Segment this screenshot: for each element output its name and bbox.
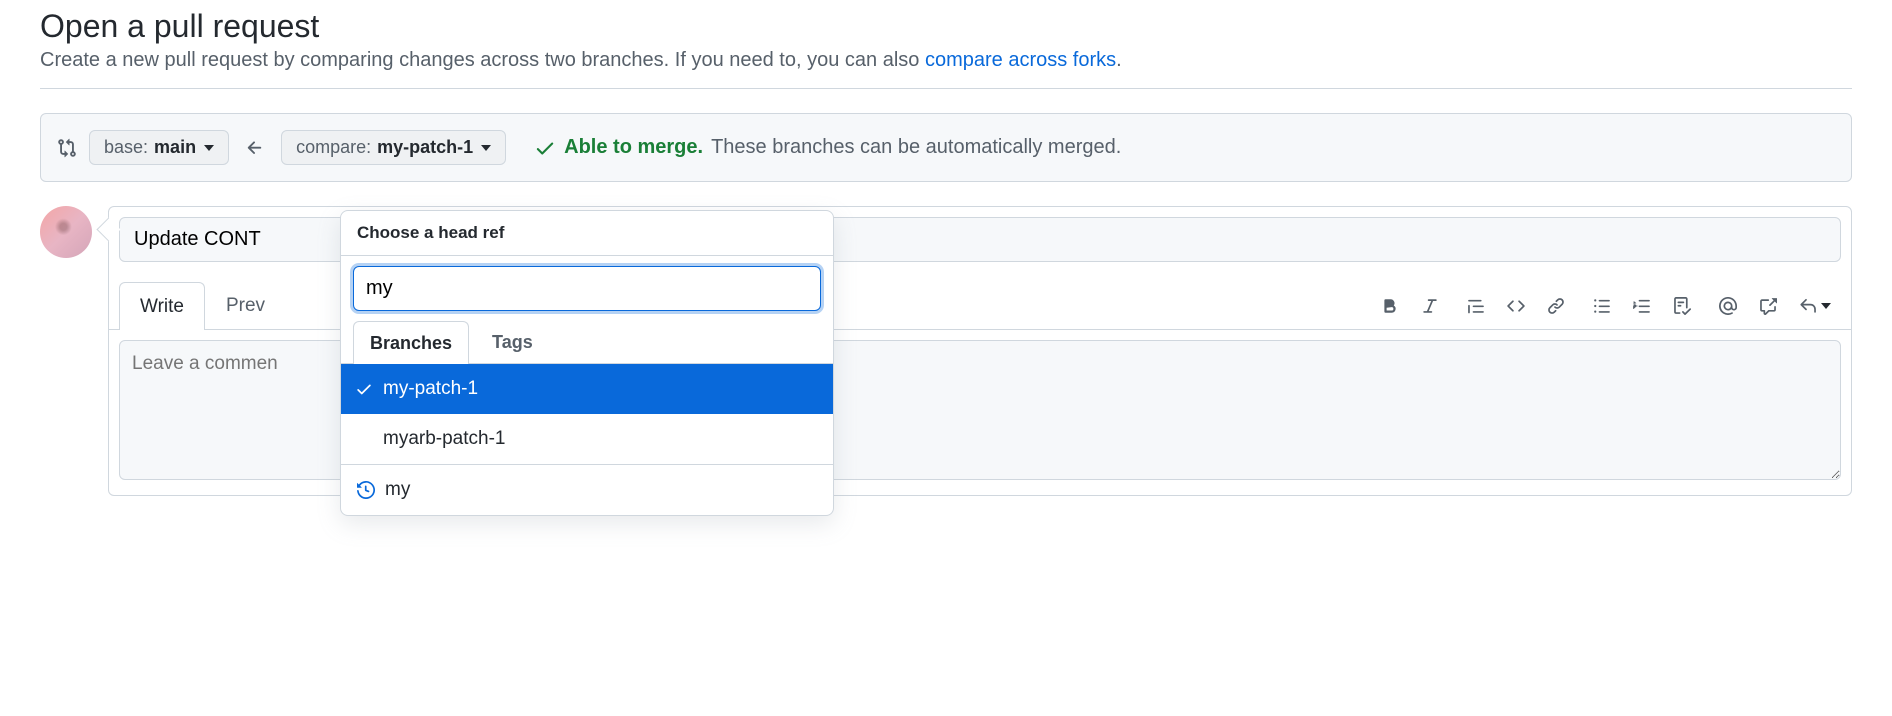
page-subtitle: Create a new pull request by comparing c… — [40, 49, 1852, 89]
caret-down-icon — [204, 145, 214, 151]
cross-reference-icon[interactable] — [1759, 297, 1777, 315]
unordered-list-icon[interactable] — [1593, 297, 1611, 315]
tab-preview[interactable]: Prev — [205, 282, 286, 329]
avatar[interactable] — [40, 206, 92, 258]
arrow-left-icon — [241, 138, 269, 158]
check-icon — [534, 137, 556, 159]
git-compare-icon — [57, 138, 77, 158]
subtitle-text: Create a new pull request by comparing c… — [40, 49, 925, 71]
head-ref-dropdown: Choose a head ref Branches Tags my-patch… — [340, 210, 834, 516]
dropdown-tab-branches[interactable]: Branches — [353, 321, 469, 364]
subtitle-suffix: . — [1116, 49, 1122, 71]
italic-icon[interactable] — [1421, 297, 1439, 315]
bold-icon[interactable] — [1381, 297, 1399, 315]
compare-forks-link[interactable]: compare across forks — [925, 49, 1116, 71]
branch-search-input[interactable] — [353, 266, 821, 311]
base-branch-button[interactable]: base: main — [89, 130, 229, 165]
code-icon[interactable] — [1507, 297, 1525, 315]
base-value: main — [154, 137, 196, 158]
dropdown-tab-tags[interactable]: Tags — [475, 321, 550, 363]
reply-icon[interactable] — [1799, 297, 1831, 315]
quote-icon[interactable] — [1467, 297, 1485, 315]
mention-icon[interactable] — [1719, 297, 1737, 315]
merge-status: Able to merge. These branches can be aut… — [534, 136, 1121, 159]
tab-write[interactable]: Write — [119, 282, 205, 330]
check-icon — [355, 380, 373, 398]
history-label: my — [385, 479, 410, 501]
compare-label: compare: — [296, 137, 371, 158]
branch-history-item[interactable]: my — [341, 464, 833, 515]
branch-item-selected[interactable]: my-patch-1 — [341, 364, 833, 414]
caret-down-icon — [481, 145, 491, 151]
compare-branch-button[interactable]: compare: my-patch-1 — [281, 130, 506, 165]
dropdown-header: Choose a head ref — [341, 211, 833, 256]
ordered-list-icon[interactable] — [1633, 297, 1651, 315]
merge-desc-text: These branches can be automatically merg… — [711, 136, 1121, 159]
branch-label: myarb-patch-1 — [383, 428, 506, 450]
page-title: Open a pull request — [40, 8, 1852, 45]
link-icon[interactable] — [1547, 297, 1565, 315]
branch-label: my-patch-1 — [383, 378, 478, 400]
tasklist-icon[interactable] — [1673, 297, 1691, 315]
branch-item[interactable]: myarb-patch-1 — [341, 414, 833, 464]
compare-bar: base: main compare: my-patch-1 Able to m… — [40, 113, 1852, 182]
compare-value: my-patch-1 — [377, 137, 473, 158]
history-icon — [357, 481, 375, 499]
base-label: base: — [104, 137, 148, 158]
merge-able-text: Able to merge. — [564, 136, 703, 159]
